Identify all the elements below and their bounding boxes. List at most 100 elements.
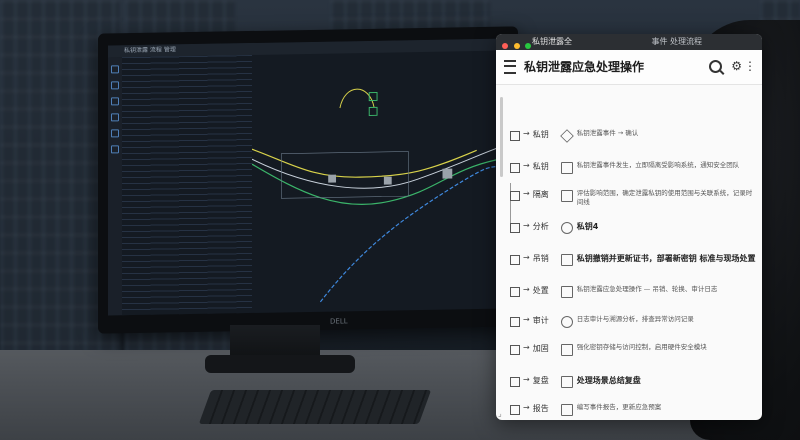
close-icon[interactable] xyxy=(502,43,508,49)
arrow-right-icon: → xyxy=(523,161,530,170)
monitor-screen: 私钥泄露 流程 管理 xyxy=(108,38,506,316)
step-node-label: 审计 xyxy=(532,316,549,325)
flow-step[interactable]: → 分析 私钥4 xyxy=(510,221,756,234)
step-node-label: 加固 xyxy=(532,344,549,353)
app-window: 私钥泄露全 事件 处理流程 私钥泄露应急处理操作 ⚙ ⋮ → 私钥 私钥泄露事件 →… xyxy=(496,34,762,420)
flow-step[interactable]: → 隔离 评估影响范围，确定泄露私钥的使用范围与关联系统，记录时间线 xyxy=(510,189,756,207)
arrow-right-icon: → xyxy=(523,129,530,138)
monitor-brand-logo: DELL xyxy=(330,317,348,326)
page-title: 私钥泄露应急处理操作 xyxy=(524,60,645,74)
app-header: 私钥泄露应急处理操作 ⚙ ⋮ xyxy=(496,50,762,85)
step-description: 编写事件报告，更新应急预案 xyxy=(576,403,662,411)
flow-node xyxy=(368,106,378,116)
flow-step[interactable]: → 加固 强化密钥存储与访问控制，启用硬件安全模块 xyxy=(510,343,756,356)
gear-icon[interactable]: ⚙ xyxy=(731,59,742,73)
flow-node xyxy=(328,174,337,183)
arrow-right-icon: → xyxy=(523,343,530,352)
monitor-base xyxy=(205,355,355,373)
step-description: 私钥4 xyxy=(576,222,599,231)
flow-canvas[interactable] xyxy=(251,51,506,313)
step-checkbox[interactable] xyxy=(510,191,520,201)
flow-diagram xyxy=(251,88,506,303)
step-description: 私钥泄露应急处理操作 — 吊销、轮换、审计日志 xyxy=(576,285,718,293)
flow-wire-white xyxy=(251,144,506,189)
step-shape-icon xyxy=(560,286,573,298)
steps-container: → 私钥 私钥泄露事件 → 确认 → 私钥 私钥泄露事件发生，立即隔离受影响系统，通知安全… xyxy=(510,89,756,420)
step-checkbox[interactable] xyxy=(510,287,520,297)
window-subtitle: 事件 处理流程 xyxy=(651,37,702,46)
step-node-label: 报告 xyxy=(532,404,549,413)
step-checkbox[interactable] xyxy=(510,131,520,141)
step-description: 私钥泄露事件 → 确认 xyxy=(576,129,639,137)
step-list[interactable]: → 私钥 私钥泄露事件 → 确认 → 私钥 私钥泄露事件发生，立即隔离受影响系统，通知安全… xyxy=(496,85,762,420)
step-checkbox[interactable] xyxy=(510,223,520,233)
arrow-right-icon: → xyxy=(523,221,530,230)
step-checkbox[interactable] xyxy=(510,163,520,173)
step-checkbox[interactable] xyxy=(510,377,520,387)
step-checkbox[interactable] xyxy=(510,405,520,415)
step-shape-icon xyxy=(560,222,573,234)
step-node-label: 复盘 xyxy=(532,376,549,385)
window-chrome: 私钥泄露全 事件 处理流程 xyxy=(496,34,762,50)
monitor: 私钥泄露 流程 管理 DELL xyxy=(98,26,518,334)
flow-step[interactable]: → 私钥 私钥泄露事件发生，立即隔离受影响系统，通知安全团队 xyxy=(510,161,756,174)
step-description: 日志审计与溯源分析，排查异常访问记录 xyxy=(576,315,694,323)
settings-icon[interactable] xyxy=(111,145,119,154)
step-description: 私钥撤销并更新证书，部署新密钥 标准与现场处置 xyxy=(576,254,756,263)
step-description: 评估影响范围，确定泄露私钥的使用范围与关联系统，记录时间线 xyxy=(576,189,753,206)
flow-wire-blue xyxy=(319,164,506,303)
step-shape-icon xyxy=(560,190,573,202)
resize-handle-icon[interactable]: ⌟ xyxy=(498,409,502,418)
minimize-icon[interactable] xyxy=(513,43,520,49)
step-description: 强化密钥存储与访问控制，启用硬件安全模块 xyxy=(576,343,707,351)
files-icon[interactable] xyxy=(111,65,119,74)
code-editor[interactable] xyxy=(122,54,252,316)
step-description: 处理场景总结复盘 xyxy=(576,376,641,385)
debug-icon[interactable] xyxy=(111,113,119,122)
step-shape-icon xyxy=(559,129,574,143)
extensions-icon[interactable] xyxy=(111,129,119,138)
search-icon[interactable] xyxy=(709,60,722,73)
step-shape-icon xyxy=(560,254,573,266)
flow-step[interactable]: → 吊销 私钥撤销并更新证书，部署新密钥 标准与现场处置 xyxy=(510,253,756,266)
step-shape-icon xyxy=(560,404,573,416)
more-vertical-icon[interactable]: ⋮ xyxy=(744,59,756,73)
arrow-right-icon: → xyxy=(523,285,530,294)
flow-group-box xyxy=(281,151,409,199)
flow-step[interactable]: → 复盘 处理场景总结复盘 xyxy=(510,375,756,388)
step-shape-icon xyxy=(560,316,573,328)
arrow-right-icon: → xyxy=(523,403,530,412)
window-title: 私钥泄露全 xyxy=(532,37,572,46)
flow-step[interactable]: → 私钥 私钥泄露事件 → 确认 xyxy=(510,129,756,143)
flow-step[interactable]: → 审计 日志审计与溯源分析，排查异常访问记录 xyxy=(510,315,756,328)
flow-wire-green xyxy=(251,159,497,205)
flow-node xyxy=(442,168,453,179)
hamburger-icon[interactable] xyxy=(504,60,516,74)
step-shape-icon xyxy=(560,344,573,356)
maximize-icon[interactable] xyxy=(525,43,532,49)
arrow-right-icon: → xyxy=(523,253,530,262)
scrollbar[interactable] xyxy=(500,97,503,177)
git-icon[interactable] xyxy=(111,97,119,106)
step-node-label: 隔离 xyxy=(532,190,549,199)
step-shape-icon xyxy=(560,162,573,174)
keyboard xyxy=(198,390,432,424)
step-shape-icon xyxy=(560,376,573,388)
step-node-label: 吊销 xyxy=(532,254,549,263)
step-checkbox[interactable] xyxy=(510,317,520,327)
step-node-label: 私钥 xyxy=(532,130,549,139)
flow-step[interactable]: → 处置 私钥泄露应急处理操作 — 吊销、轮换、审计日志 xyxy=(510,285,756,298)
step-node-label: 处置 xyxy=(532,286,549,295)
ide-activity-bar xyxy=(108,57,122,316)
arrow-right-icon: → xyxy=(523,375,530,384)
step-checkbox[interactable] xyxy=(510,255,520,265)
arrow-right-icon: → xyxy=(523,315,530,324)
step-node-label: 私钥 xyxy=(532,162,549,171)
step-checkbox[interactable] xyxy=(510,345,520,355)
step-node-label: 分析 xyxy=(532,222,549,231)
flow-node xyxy=(383,176,392,185)
search-icon[interactable] xyxy=(111,81,119,90)
flow-step[interactable]: → 报告 编写事件报告，更新应急预案 xyxy=(510,403,756,416)
arrow-right-icon: → xyxy=(523,189,530,198)
step-description: 私钥泄露事件发生，立即隔离受影响系统，通知安全团队 xyxy=(576,161,740,169)
